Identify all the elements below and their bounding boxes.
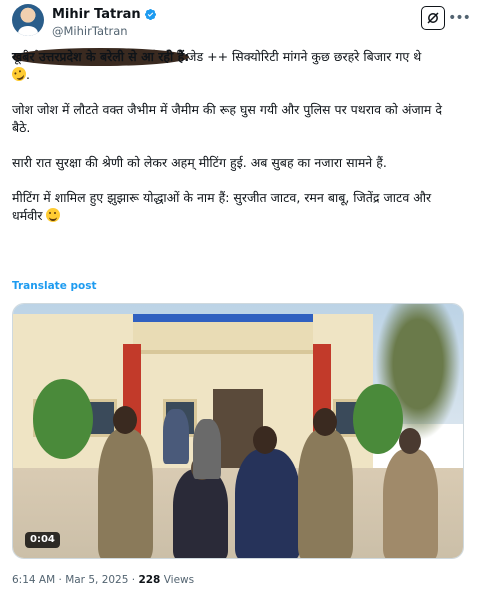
rolling-on-floor-laughing-emoji-icon xyxy=(9,64,29,84)
grok-icon[interactable] xyxy=(421,6,445,30)
video-player[interactable]: 0:04 xyxy=(12,303,464,559)
meta-separator: · xyxy=(55,574,66,586)
tweet-paragraph-4: मीटिंग में शामिल हुए झुझारू योद्धाओं के … xyxy=(12,189,460,225)
grinning-squinting-face-emoji-icon xyxy=(46,208,61,222)
verified-badge-icon xyxy=(144,8,156,21)
tweet-header: Mihir Tatran @MihirTatran ••• xyxy=(12,4,471,44)
translate-post-link[interactable]: Translate post xyxy=(12,280,96,292)
video-duration-badge: 0:04 xyxy=(25,532,60,548)
more-options-icon[interactable]: ••• xyxy=(448,6,471,30)
grok-glyph-icon xyxy=(427,12,439,24)
tweet-body: खबर उत्तरप्रदेश के बरेली से आ रही हैं: य… xyxy=(9,48,460,242)
author-name-row: Mihir Tatran xyxy=(52,7,157,22)
tweet-paragraph-4-text: मीटिंग में शामिल हुए झुझारू योद्धाओं के … xyxy=(12,190,432,223)
meta-separator: · xyxy=(128,574,139,586)
avatar[interactable] xyxy=(12,4,44,36)
video-thumbnail xyxy=(13,304,463,558)
tweet-paragraph-3: सारी रात सुरक्षा की श्रेणी को लेकर अहम् … xyxy=(12,155,387,170)
tweet-headline: खबर उत्तरप्रदेश के बरेली से आ रही हैं: xyxy=(12,48,190,66)
tweet-meta: 6:14 AM · Mar 5, 2025 · 228 Views xyxy=(12,574,194,586)
tweet-date[interactable]: Mar 5, 2025 xyxy=(65,574,128,586)
author-display-name[interactable]: Mihir Tatran xyxy=(52,7,141,22)
views-count: 228 xyxy=(138,574,161,586)
author-handle[interactable]: @MihirTatran xyxy=(52,24,128,38)
views-label: Views xyxy=(160,574,195,586)
tweet-paragraph-2: जोश जोश में लौटते वक्त जैभीम में जैमीम क… xyxy=(12,102,442,135)
tweet-time[interactable]: 6:14 AM xyxy=(12,574,55,586)
